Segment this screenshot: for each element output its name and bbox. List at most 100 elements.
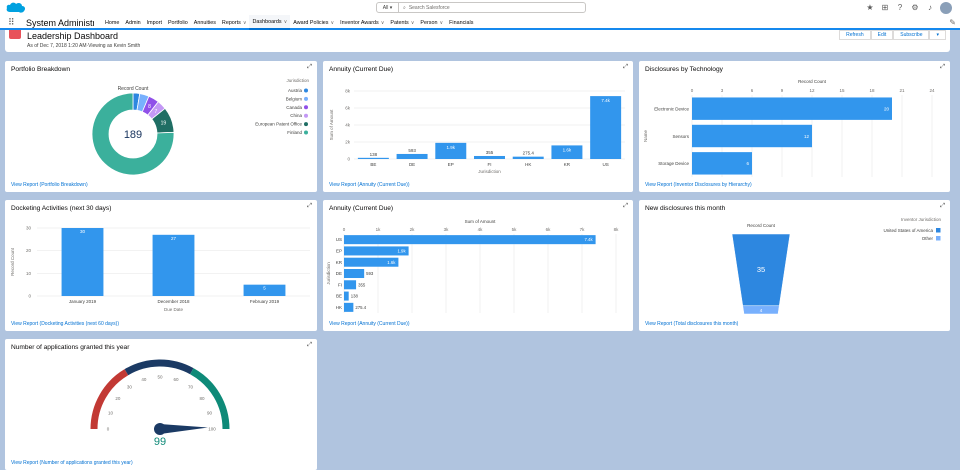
nav-tab-person[interactable]: Person ∨: [417, 15, 446, 30]
widget-applications: Number of applications granted this year…: [5, 339, 317, 470]
app-launcher-icon[interactable]: ⠿: [8, 18, 17, 27]
chart-title: Record Count: [798, 79, 827, 84]
gear-icon[interactable]: ⚙: [910, 3, 920, 13]
y-tick-label: 4k: [345, 123, 351, 128]
help-icon[interactable]: ?: [895, 3, 905, 13]
data-label: 12: [804, 134, 810, 139]
nav-tab-home[interactable]: Home: [102, 15, 122, 30]
favorites-icon[interactable]: ★: [865, 3, 875, 13]
x-tick-label: 0: [691, 88, 694, 93]
bar: [396, 153, 428, 159]
legend-label: Belgium: [286, 96, 303, 101]
applications-gauge-chart: 0 10 20 30 40 50 60 70 80 90 100 99: [90, 359, 230, 448]
view-report-link[interactable]: View Report (Annuity (Current Due)): [329, 182, 410, 188]
bar: [357, 157, 389, 159]
y-tick-label: Storage Device: [658, 161, 689, 166]
legend-swatch: [304, 96, 308, 101]
refresh-button[interactable]: Refresh: [839, 30, 871, 40]
widget-new-disclosures: New disclosures this month ⤢ Record Coun…: [639, 200, 950, 331]
view-report-link[interactable]: View Report (Docketing Activities (next …: [11, 321, 119, 327]
legend-title: Inventor Jurisdiction: [901, 217, 942, 222]
data-label: 1.9k: [397, 249, 406, 254]
y-tick-label: 20: [26, 248, 32, 253]
y-tick-label: HK: [336, 305, 342, 310]
annuity-column-chart: 0 2k 4k 6k 8k Sum of Amount 138 BE 593 DE 1.9k EP 35…: [329, 89, 625, 174]
bar: [61, 228, 104, 296]
chart-title: Record Count: [747, 223, 776, 228]
bar: [344, 291, 349, 301]
x-tick-label: 2k: [410, 227, 416, 232]
nav-tab-award-policies[interactable]: Award Policies ∨: [290, 15, 337, 30]
x-tick-label: KR: [564, 162, 571, 167]
data-label: 1.6k: [563, 147, 572, 152]
nav-tab-import[interactable]: Import: [144, 15, 165, 30]
view-report-link[interactable]: View Report (Total disclosures this mont…: [645, 321, 738, 327]
legend-title: Jurisdiction: [286, 78, 309, 83]
edit-nav-icon[interactable]: ✎: [949, 18, 956, 27]
gauge-tick-label: 80: [200, 396, 206, 401]
x-tick-label: 9: [781, 88, 784, 93]
x-tick-label: January 2019: [69, 299, 97, 304]
view-report-link[interactable]: View Report (Annuity (Current Due)): [329, 321, 410, 327]
legend-label: Finland: [287, 130, 302, 135]
nav-tab-label: Financials: [449, 19, 474, 26]
avatar[interactable]: [940, 2, 952, 14]
more-actions-button[interactable]: ▾: [929, 30, 946, 40]
nav-tab-patents[interactable]: Patents ∨: [387, 15, 417, 30]
chevron-down-icon[interactable]: ∨: [381, 20, 385, 26]
search-scope-select[interactable]: All ▾: [377, 3, 399, 12]
x-tick-label: 3: [721, 88, 724, 93]
nav-tab-inventor-awards[interactable]: Inventor Awards ∨: [337, 15, 387, 30]
global-search[interactable]: All ▾ ⌕ Search Salesforce: [376, 2, 586, 13]
x-tick-label: BE: [370, 162, 376, 167]
x-tick-label: 6: [751, 88, 754, 93]
disclosures-bar-chart: Record Count 0 3 6 9 12 15 18 21 24 Name 20 Electron…: [643, 79, 935, 177]
legend-swatch: [304, 130, 308, 135]
data-label: 138: [370, 152, 378, 157]
legend-label: European Patent Office: [255, 122, 302, 127]
chevron-down-icon[interactable]: ∨: [439, 20, 443, 26]
x-tick-label: 3k: [444, 227, 450, 232]
x-tick-label: HK: [525, 162, 531, 167]
x-tick-label: 0: [343, 227, 346, 232]
subscribe-button[interactable]: Subscribe: [893, 30, 930, 40]
bell-icon[interactable]: ♪: [925, 3, 935, 13]
nav-tab-label: Portfolio: [167, 19, 188, 26]
nav-tab-label: Home: [105, 19, 120, 26]
y-tick-label: 0: [28, 294, 31, 299]
gauge-needle-hub: [154, 423, 166, 435]
data-label: 275.4: [523, 151, 535, 156]
chevron-down-icon[interactable]: ∨: [243, 20, 247, 26]
y-tick-label: KR: [336, 260, 343, 265]
chevron-down-icon[interactable]: ∨: [411, 20, 415, 26]
x-tick-label: February 2019: [250, 299, 280, 304]
edit-button[interactable]: Edit: [870, 30, 894, 40]
data-label: 35: [757, 265, 765, 274]
view-report-link[interactable]: View Report (Number of applications gran…: [11, 460, 133, 466]
nav-tab-label: Inventor Awards: [340, 19, 379, 26]
docketing-column-chart: 0 10 20 30 Record Count 30 January 2019 27 Decem…: [10, 226, 310, 312]
nav-tab-reports[interactable]: Reports ∨: [219, 15, 250, 30]
view-report-link[interactable]: View Report (Portfolio Breakdown): [11, 182, 88, 188]
add-icon[interactable]: ⊞: [880, 3, 890, 13]
nav-tab-admin[interactable]: Admin: [122, 15, 143, 30]
gauge-tick-label: 10: [108, 410, 114, 415]
nav-tab-label: Award Policies: [293, 19, 329, 26]
nav-tab-financials[interactable]: Financials: [446, 15, 476, 30]
search-input[interactable]: Search Salesforce: [409, 5, 450, 11]
chevron-down-icon[interactable]: ∨: [284, 19, 288, 25]
view-report-link[interactable]: View Report (Inventor Disclosures by Hie…: [645, 182, 752, 188]
x-tick-label: 18: [869, 88, 875, 93]
y-tick-label: 30: [26, 226, 32, 231]
y-tick-label: FI: [338, 282, 342, 287]
widget-disclosures-tech: Disclosures by Technology ⤢ Record Count…: [639, 61, 950, 192]
legend-label: Other: [922, 236, 934, 241]
chevron-down-icon[interactable]: ∨: [331, 20, 335, 26]
salesforce-logo-icon[interactable]: [6, 1, 26, 14]
gauge-band: [190, 368, 230, 430]
nav-tab-annuities[interactable]: Annuities: [191, 15, 219, 30]
nav-tab-portfolio[interactable]: Portfolio: [165, 15, 191, 30]
data-label: 20: [884, 106, 890, 111]
donut-center-value: 189: [124, 129, 142, 141]
nav-tab-dashboards[interactable]: Dashboards ∨: [249, 15, 291, 30]
